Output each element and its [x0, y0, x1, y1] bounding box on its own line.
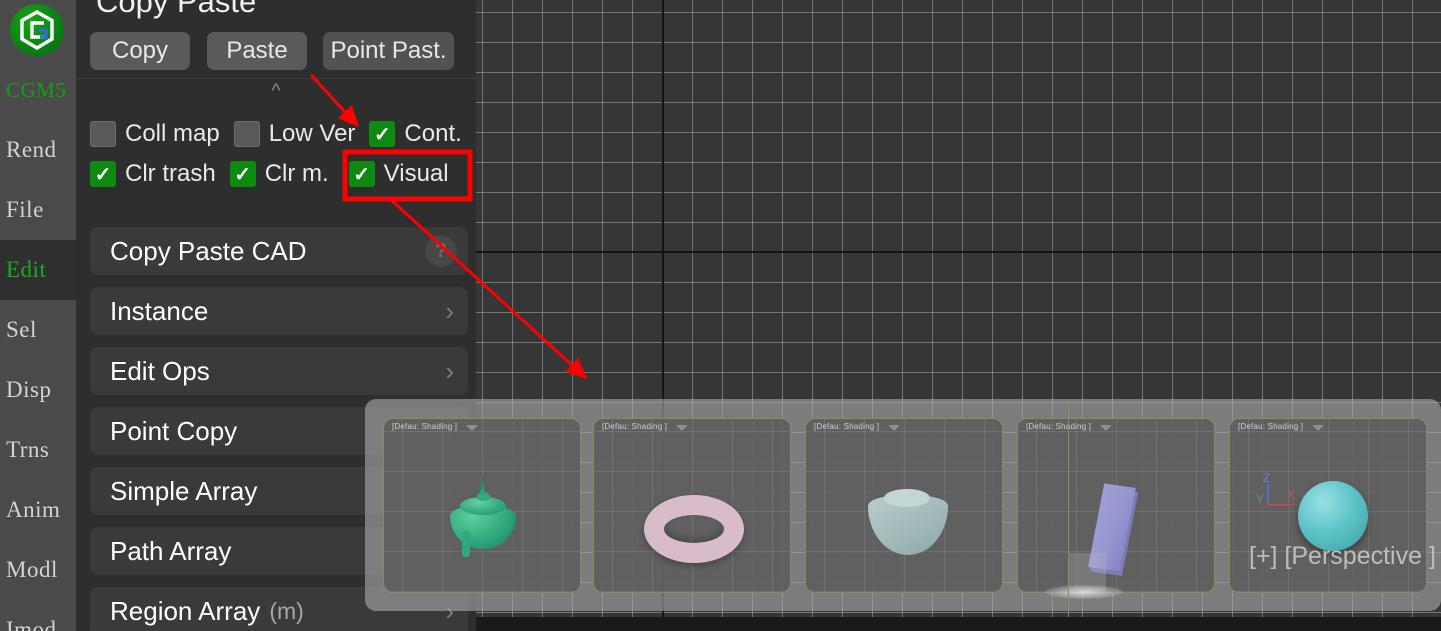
sidebar-item-label: CGM5 [6, 77, 67, 102]
chevron-up-icon[interactable]: ^ [262, 82, 290, 101]
sidebar-item-label: Trns [6, 437, 50, 462]
sidebar-item-disp[interactable]: Disp [0, 360, 76, 420]
menu-item-label: Region Array [110, 595, 261, 626]
sidebar-item-label: Rend [6, 137, 57, 162]
panel-title: Copy Paste [96, 0, 257, 19]
sidebar-item-label: Modl [6, 557, 58, 582]
checkbox-clr-trash[interactable]: ✓ Clr trash [90, 160, 216, 188]
floor-reflection [1045, 585, 1123, 599]
point-paste-button[interactable]: Point Past. [323, 32, 454, 70]
cone-top-face [884, 489, 930, 507]
sphere-model [1298, 481, 1368, 551]
chevron-down-icon[interactable] [466, 425, 478, 431]
sidebar-item-cgm5[interactable]: CGM5 [0, 60, 76, 120]
checkbox-cont[interactable]: ✓ Cont. [369, 120, 462, 148]
checkbox-coll-map-label: Coll map [125, 120, 220, 147]
checkbox-low-ver-label: Low Ver [268, 120, 356, 147]
help-icon[interactable]: ? [425, 235, 457, 267]
sidebar-item-edit[interactable]: Edit [0, 240, 76, 300]
sidebar-item-label: File [6, 197, 44, 222]
menu-item-copy-paste-cad[interactable]: Copy Paste CAD ? [90, 227, 468, 275]
sidebar-item-label: Disp [6, 377, 52, 402]
panel-divider [76, 78, 476, 79]
axis-gizmo: Z Y X [1256, 471, 1300, 519]
left-sidebar: CGM5 Rend File Edit Sel Disp Trns Anim M… [0, 0, 76, 631]
chevron-down-icon[interactable] [1100, 425, 1112, 431]
checkbox-clr-trash-box[interactable]: ✓ [90, 161, 116, 187]
paste-button[interactable]: Paste [207, 32, 307, 70]
viewport-axis-horizontal [476, 251, 1441, 253]
sidebar-item-sel[interactable]: Sel [0, 300, 76, 360]
axis-z-line [1267, 484, 1269, 505]
thumbnail-cone[interactable]: [Defau: Shading ] [805, 418, 1003, 593]
sidebar-item-file[interactable]: File [0, 180, 76, 240]
checkbox-visual-label: Visual [383, 160, 449, 187]
checkbox-clr-trash-label: Clr trash [125, 160, 216, 187]
sidebar-item-label: Imod [6, 617, 57, 631]
checkbox-low-ver[interactable]: Low Ver [233, 120, 356, 148]
menu-item-label: Instance [110, 295, 209, 326]
menu-item-label: Simple Array [110, 475, 258, 506]
thumbnail-teapot[interactable]: [Defau: Shading ] [383, 418, 581, 593]
viewport-bottom-bar [476, 617, 1441, 631]
checkbox-cont-label: Cont. [404, 120, 462, 147]
sidebar-item-trns[interactable]: Trns [0, 420, 76, 480]
app-root: TOP W E S Copy Paste Copy Paste Point Pa… [0, 0, 1441, 631]
sidebar-item-label: Anim [6, 497, 61, 522]
checkbox-row-1: Coll map Low Ver ✓ Cont. [90, 120, 476, 148]
checkbox-clr-m[interactable]: ✓ Clr m. [229, 160, 329, 188]
thumbnail-viewport-label[interactable]: [Defau: Shading ] [1238, 422, 1303, 431]
chevron-down-icon[interactable] [888, 425, 900, 431]
thumbnail-box[interactable]: [Defau: Shading ] [1017, 418, 1215, 593]
axis-x-label: X [1287, 488, 1296, 502]
axis-z-label: Z [1263, 471, 1271, 485]
checkbox-coll-map-box[interactable] [90, 121, 116, 147]
thumbnail-viewport-label[interactable]: [Defau: Shading ] [602, 422, 667, 431]
checkbox-visual-box[interactable]: ✓ [348, 161, 375, 187]
menu-item-suffix: (m) [269, 597, 304, 624]
sidebar-item-label: Sel [6, 317, 37, 342]
chevron-right-icon: › [445, 296, 454, 326]
checkbox-clr-m-label: Clr m. [264, 160, 329, 187]
checkbox-visual[interactable]: ✓ Visual [348, 160, 449, 188]
axis-y-label: Y [1256, 492, 1265, 506]
sidebar-item-label: Edit [6, 257, 47, 282]
sidebar-item-imod[interactable]: Imod [0, 600, 76, 631]
thumbnail-viewport-label[interactable]: [Defau: Shading ] [1026, 422, 1091, 431]
chevron-right-icon: › [445, 356, 454, 386]
menu-item-label: Path Array [110, 535, 232, 566]
menu-item-label: Copy Paste CAD [110, 235, 307, 266]
copy-button[interactable]: Copy [90, 32, 190, 70]
perspective-viewport-label[interactable]: [+] [Perspective ] [1249, 542, 1436, 571]
checkbox-clr-m-box[interactable]: ✓ [229, 161, 256, 187]
torus-model [644, 495, 744, 563]
cgm-cube-logo[interactable] [7, 1, 67, 59]
teapot-spout [462, 531, 470, 557]
checkbox-low-ver-box[interactable] [233, 121, 260, 147]
menu-item-label: Point Copy [110, 415, 238, 446]
menu-item-instance[interactable]: Instance › [90, 287, 468, 335]
checkbox-row-2: ✓ Clr trash ✓ Clr m. ✓ Visual [90, 160, 463, 188]
checkbox-cont-box[interactable]: ✓ [369, 121, 396, 147]
sidebar-item-rend[interactable]: Rend [0, 120, 76, 180]
chevron-down-icon[interactable] [676, 425, 688, 431]
thumbnail-torus[interactable]: [Defau: Shading ] [593, 418, 791, 593]
strip-right-edge [1068, 399, 1069, 617]
menu-item-label: Edit Ops [110, 355, 210, 386]
thumbnail-viewport-label[interactable]: [Defau: Shading ] [814, 422, 879, 431]
sidebar-item-modl[interactable]: Modl [0, 540, 76, 600]
viewport-thumbnail-strip[interactable]: [Defau: Shading ] [Defau: Shading ] [Def… [365, 399, 1441, 611]
thumbnail-viewport-label[interactable]: [Defau: Shading ] [392, 422, 457, 431]
menu-item-edit-ops[interactable]: Edit Ops › [90, 347, 468, 395]
sidebar-item-anim[interactable]: Anim [0, 480, 76, 540]
axis-x-line [1267, 504, 1295, 506]
checkbox-coll-map[interactable]: Coll map [90, 120, 220, 148]
chevron-down-icon[interactable] [1312, 425, 1324, 431]
